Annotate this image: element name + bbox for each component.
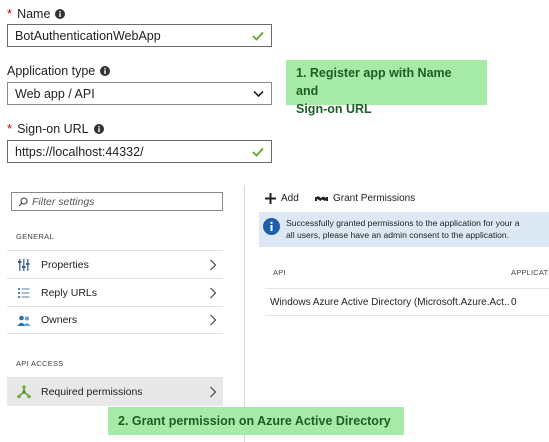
menu-item-required-permissions[interactable]: Required permissions	[7, 377, 223, 406]
list-icon	[17, 286, 31, 300]
filter-settings-input[interactable]: Filter settings	[11, 192, 223, 211]
required-asterisk: *	[7, 6, 13, 21]
menu-item-reply-urls[interactable]: Reply URLs	[7, 278, 223, 306]
api-access-section-header: API ACCESS	[16, 359, 64, 368]
app-type-select[interactable]: Web app / API	[7, 82, 272, 105]
chevron-down-icon	[253, 90, 264, 97]
app-type-label: Application type	[7, 64, 111, 78]
pane-divider	[244, 185, 245, 442]
api-access-menu: Required permissions	[7, 377, 223, 406]
required-asterisk: *	[7, 121, 13, 136]
chevron-right-icon	[210, 386, 217, 398]
general-section-header: GENERAL	[16, 232, 54, 241]
name-label: * Name	[7, 6, 66, 21]
search-icon	[18, 196, 28, 206]
check-icon	[252, 147, 264, 157]
row-api-name: Windows Azure Active Directory (Microsof…	[270, 296, 510, 308]
permissions-icon	[17, 385, 31, 399]
menu-item-properties[interactable]: Properties	[7, 250, 223, 278]
info-icon	[55, 8, 66, 19]
table-row[interactable]: Windows Azure Active Directory (Microsof…	[265, 288, 549, 316]
settings-menu: Properties Reply URLs Owners	[7, 250, 223, 334]
check-icon	[252, 31, 264, 41]
chevron-right-icon	[210, 314, 217, 326]
menu-item-owners[interactable]: Owners	[7, 306, 223, 334]
signon-url-input[interactable]: https://localhost:44332/	[7, 140, 272, 163]
name-input[interactable]: BotAuthenticationWebApp	[7, 24, 272, 47]
info-circle-icon	[263, 218, 280, 235]
step1-callout: 1. Register app with Name and Sign-on UR…	[286, 60, 487, 116]
info-icon	[93, 123, 104, 134]
people-icon	[17, 313, 31, 327]
step2-callout: 2. Grant permission on Azure Active Dire…	[108, 407, 404, 435]
chevron-right-icon	[210, 287, 217, 298]
properties-icon	[17, 258, 31, 272]
column-header-api: API	[273, 268, 286, 277]
row-application-count: 0	[511, 296, 517, 308]
plus-icon	[265, 193, 276, 204]
add-button[interactable]: Add	[265, 193, 299, 204]
column-header-application: APPLICAT	[511, 268, 549, 277]
grant-permissions-button[interactable]: Grant Permissions	[315, 193, 415, 204]
chevron-right-icon	[210, 259, 217, 270]
handshake-icon	[315, 195, 328, 201]
info-icon	[100, 66, 111, 76]
success-info-bar: Successfully granted permissions to the …	[259, 212, 549, 247]
signon-label: * Sign-on URL	[7, 121, 104, 136]
